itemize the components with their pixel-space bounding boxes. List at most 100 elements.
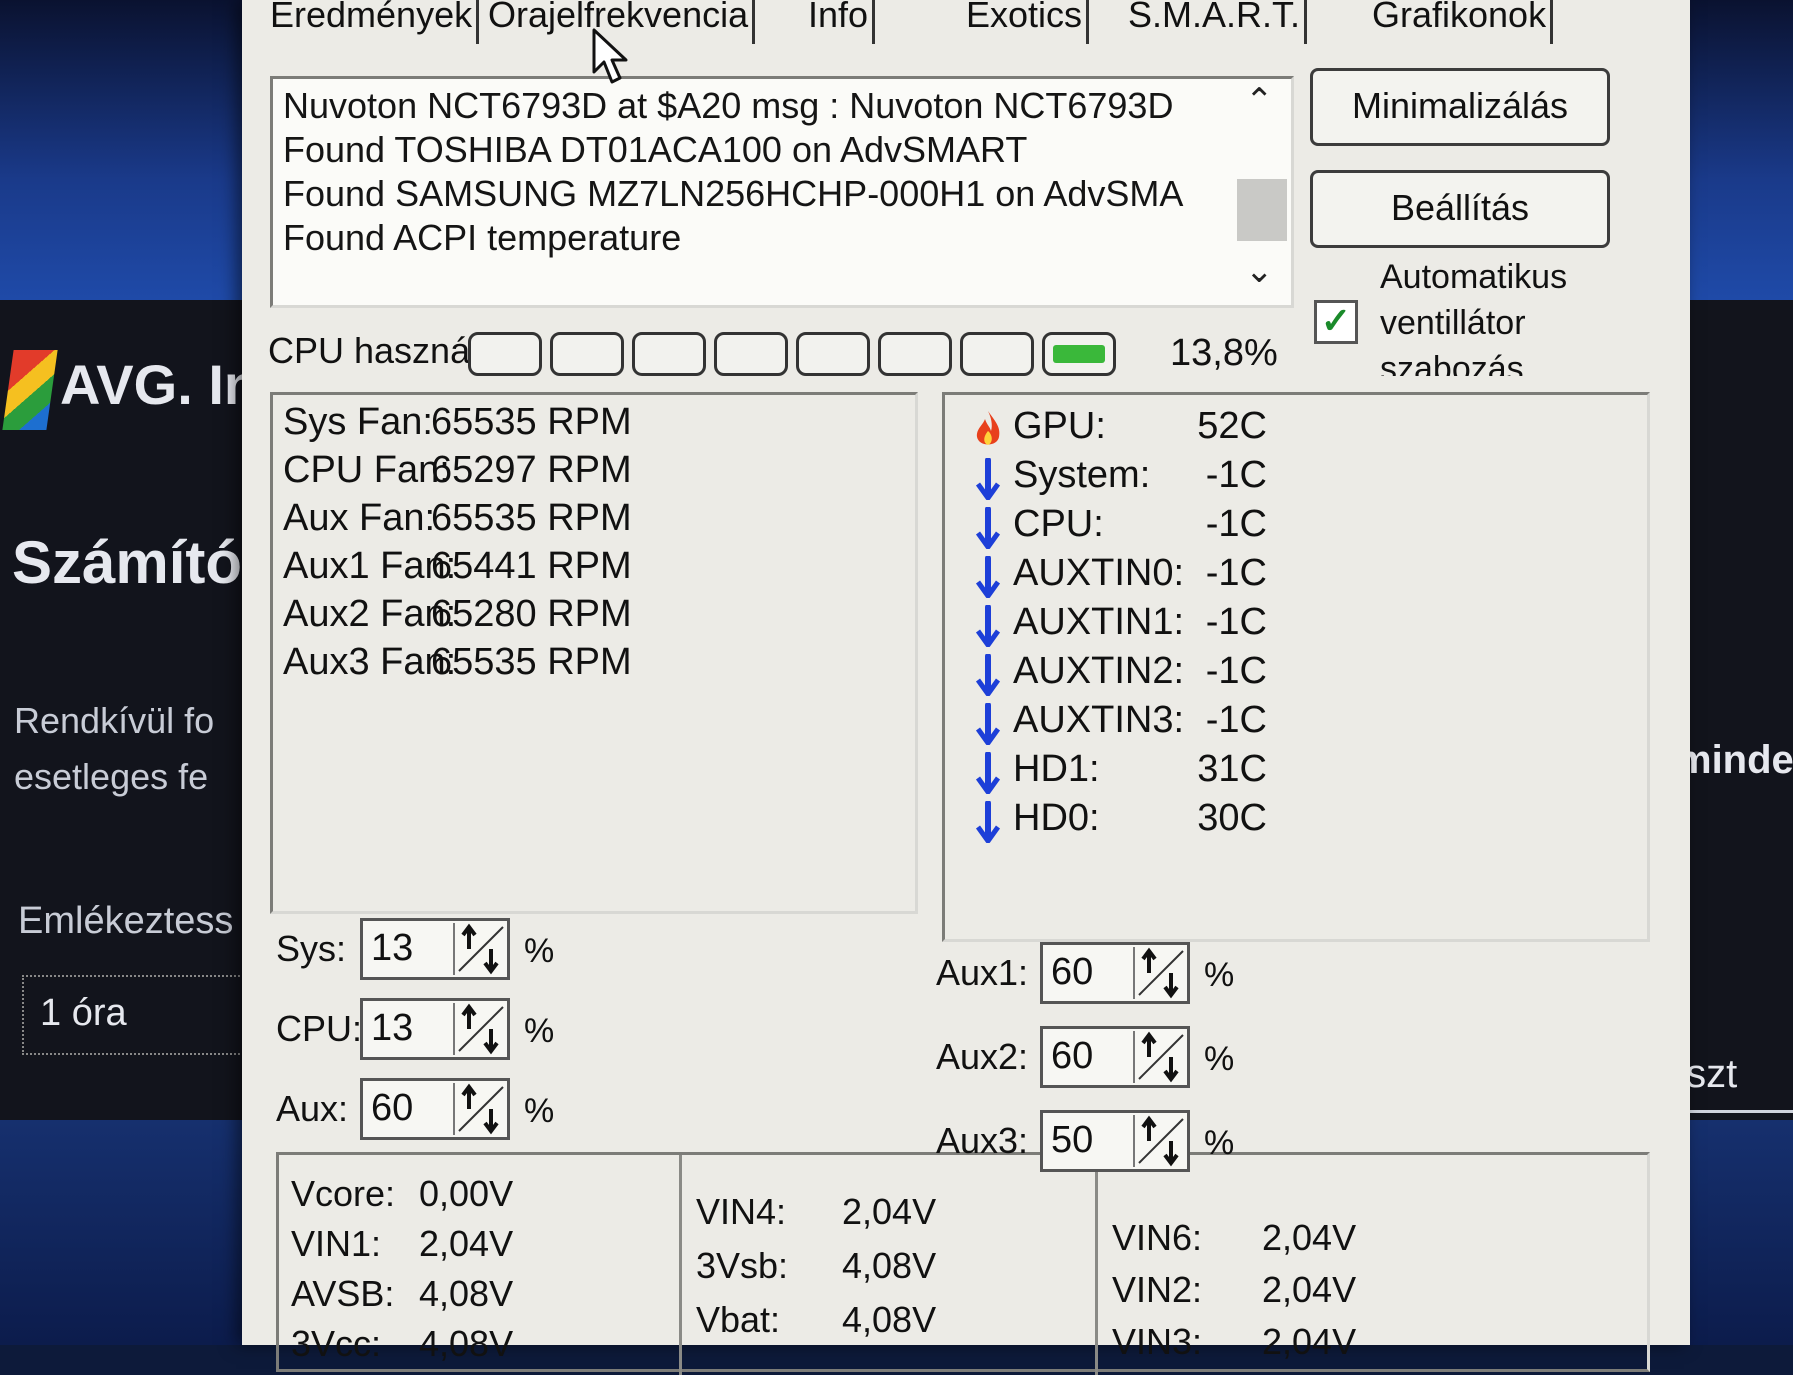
fan-name: CPU Fan:: [283, 449, 450, 491]
tab-smart[interactable]: S.M.A.R.T.: [1124, 0, 1308, 44]
cpu-usage-bar: [468, 330, 1128, 380]
temp-row: AUXTIN2: -1C: [973, 650, 1273, 700]
temp-name: HD0:: [1013, 797, 1100, 839]
fan-speed-value[interactable]: 60: [371, 1087, 413, 1130]
voltage-column: Vcore: 0,00V VIN1: 2,04V AVSB: 4,08V 3Vcc: 4,08…: [277, 1155, 687, 1375]
voltage-row: 3Vsb: 4,08V: [696, 1245, 996, 1289]
fan-name: Sys Fan:: [283, 401, 433, 443]
cpu-usage-segment: [468, 332, 542, 376]
hardware-monitor-window: Eredmények Órajelfrekvencia Info Exotics…: [242, 0, 1690, 1375]
fan-speed-label: CPU:: [276, 1008, 363, 1049]
voltage-row: VIN6: 2,04V: [1112, 1217, 1412, 1261]
spinner-updown-icon[interactable]: [453, 1003, 505, 1055]
auto-fan-checkbox[interactable]: ✓: [1314, 300, 1358, 344]
voltage-value: 2,04V: [1262, 1321, 1357, 1362]
avg-remind-select-value[interactable]: 1 óra: [40, 992, 127, 1035]
avg-paragraph-line: esetleges fe: [14, 756, 209, 797]
tab-results[interactable]: Eredmények: [266, 0, 480, 44]
voltage-name: Vcore:: [291, 1173, 396, 1214]
scroll-up-icon[interactable]: ⌃: [1245, 81, 1274, 121]
spinner-updown-icon[interactable]: [1133, 1031, 1185, 1083]
fan-speed-spinner[interactable]: 60: [1040, 942, 1190, 1004]
fan-speed-label: Aux3:: [936, 1120, 1029, 1161]
voltage-column: VIN4: 2,04V 3Vsb: 4,08V Vbat: 4,08V: [679, 1155, 1089, 1375]
fan-speed-spinner[interactable]: 50: [1040, 1110, 1190, 1172]
voltage-row: Vcore: 0,00V: [291, 1173, 591, 1217]
log-line: Nuvoton NCT6793D at $A20 msg : Nuvoton N…: [283, 85, 1174, 126]
log-scrollbar[interactable]: ⌃ ⌄: [1231, 79, 1291, 305]
fan-speed-unit: %: [524, 1092, 555, 1130]
scroll-thumb[interactable]: [1237, 179, 1287, 241]
avg-remind-label: Emlékeztess: [18, 900, 234, 942]
fan-speed-row: Aux: 60%: [276, 1078, 576, 1142]
cpu-usage-segment: [960, 332, 1034, 376]
temp-row: System: -1C: [973, 454, 1273, 504]
spinner-updown-icon[interactable]: [453, 923, 505, 975]
fan-speed-unit: %: [524, 932, 555, 970]
voltage-value: 0,00V: [419, 1173, 514, 1214]
temp-name: AUXTIN1:: [1013, 601, 1185, 643]
voltage-value: 4,08V: [419, 1323, 514, 1364]
log-listbox[interactable]: Nuvoton NCT6793D at $A20 msg : Nuvoton N…: [270, 76, 1294, 308]
fan-name: Aux Fan:: [283, 497, 436, 539]
fan-speed-value[interactable]: 60: [1051, 951, 1093, 994]
fan-speed-value[interactable]: 60: [1051, 1035, 1093, 1078]
fan-speed-value[interactable]: 13: [371, 1007, 413, 1050]
avg-heading: Számító: [12, 529, 243, 596]
spinner-updown-icon[interactable]: [1133, 1115, 1185, 1167]
fan-row: Aux Fan:65535 RPM: [283, 497, 632, 540]
spinner-updown-icon[interactable]: [453, 1083, 505, 1135]
cpu-usage-fill: [1053, 345, 1105, 363]
fan-row: Aux1 Fan:65441 RPM: [283, 545, 632, 588]
tab-exotics[interactable]: Exotics: [962, 0, 1090, 44]
fan-row: Aux3 Fan:65535 RPM: [283, 641, 632, 684]
mouse-cursor-icon: [592, 28, 628, 84]
temp-value: -1C: [1205, 454, 1267, 496]
temp-name: HD1:: [1013, 748, 1100, 790]
flame-icon: [976, 411, 1000, 445]
auto-fan-label: szabozás: [1380, 350, 1524, 376]
fan-row: Aux2 Fan:65280 RPM: [283, 593, 632, 636]
voltage-name: VIN1:: [291, 1223, 382, 1264]
temp-value: 30C: [1197, 797, 1267, 839]
fan-speed-spinner[interactable]: 60: [1040, 1026, 1190, 1088]
voltage-row: VIN3: 2,04V: [1112, 1321, 1412, 1365]
fan-speed-unit: %: [1204, 1124, 1235, 1162]
settings-button[interactable]: Beállítás: [1310, 170, 1610, 248]
scroll-down-icon[interactable]: ⌄: [1245, 251, 1274, 291]
temp-value: 31C: [1197, 748, 1267, 790]
fan-name: Aux3 Fan:: [283, 641, 457, 683]
fan-name: Aux2 Fan:: [283, 593, 457, 635]
fan-value: 65297 RPM: [431, 449, 632, 491]
fan-speed-label: Aux2:: [936, 1036, 1029, 1077]
temp-value: -1C: [1205, 552, 1267, 594]
tab-graphs[interactable]: Grafikonok: [1368, 0, 1554, 44]
cpu-usage-segment: [550, 332, 624, 376]
temp-row: HD0: 30C: [973, 797, 1273, 847]
fan-speed-value[interactable]: 13: [371, 927, 413, 970]
temp-row: AUXTIN0: -1C: [973, 552, 1273, 602]
fan-speed-spinner[interactable]: 60: [360, 1078, 510, 1140]
spinner-updown-icon[interactable]: [1133, 947, 1185, 999]
fan-speed-spinner[interactable]: 13: [360, 918, 510, 980]
temp-row: HD1: 31C: [973, 748, 1273, 798]
down-arrow-icon: [975, 703, 1001, 745]
temp-name: AUXTIN0:: [1013, 552, 1185, 594]
log-line: Found SAMSUNG MZ7LN256HCHP-000H1 on AdvS…: [283, 173, 1184, 214]
temp-value: -1C: [1205, 601, 1267, 643]
temp-row: AUXTIN1: -1C: [973, 601, 1273, 651]
down-arrow-icon: [975, 605, 1001, 647]
voltage-value: 2,04V: [419, 1223, 514, 1264]
voltage-row: VIN1: 2,04V: [291, 1223, 591, 1267]
temp-name: AUXTIN3:: [1013, 699, 1185, 741]
fan-speed-spinner[interactable]: 13: [360, 998, 510, 1060]
fan-speed-value[interactable]: 50: [1051, 1119, 1093, 1162]
voltage-name: 3Vsb:: [696, 1245, 789, 1286]
voltage-row: AVSB: 4,08V: [291, 1273, 591, 1317]
fan-speed-row: Aux1: 60%: [936, 942, 1236, 1006]
tab-info[interactable]: Info: [804, 0, 876, 44]
minimize-button[interactable]: Minimalizálás: [1310, 68, 1610, 146]
down-arrow-icon: [975, 752, 1001, 794]
fan-speed-row: CPU: 13%: [276, 998, 576, 1062]
fan-speed-label: Sys:: [276, 928, 347, 969]
